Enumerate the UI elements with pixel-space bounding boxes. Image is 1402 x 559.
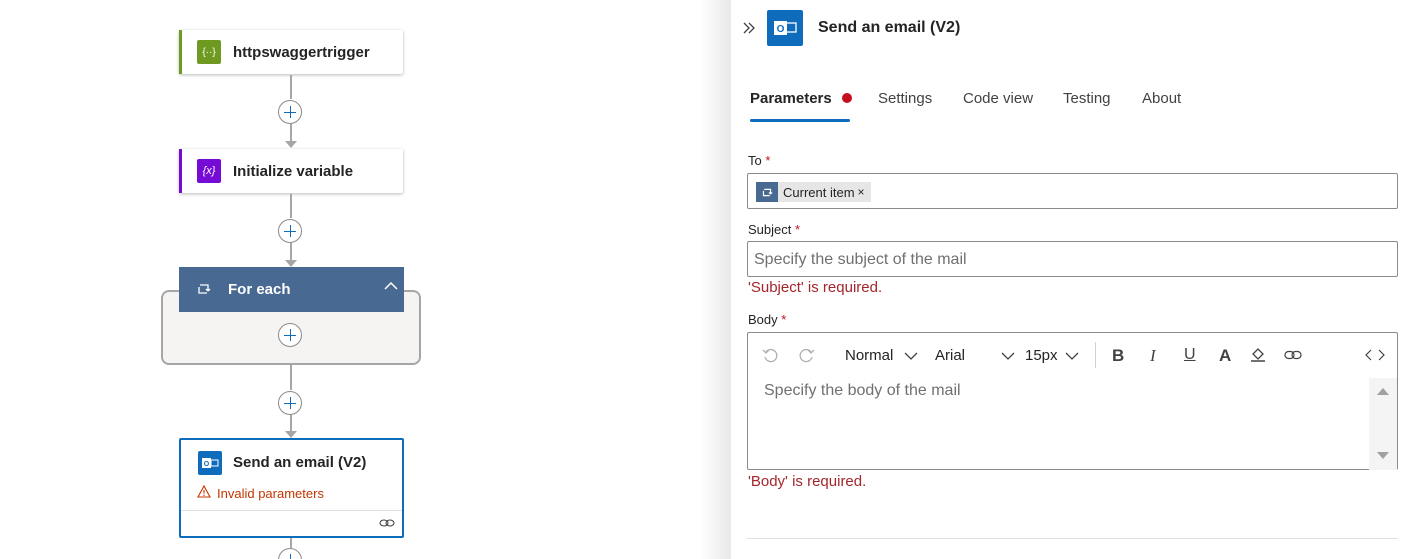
body-editor[interactable]: Normal Arial 15px B I U A Specify the bo… — [747, 332, 1398, 470]
panel-shadow — [700, 0, 731, 559]
scroll-up-arrow-icon[interactable] — [1377, 388, 1389, 395]
send-email-node[interactable]: O Send an email (V2) Invalid parameters — [179, 438, 404, 538]
variable-icon: {x} — [197, 159, 221, 183]
tab-label: Settings — [878, 90, 933, 107]
font-size-dropdown[interactable]: 15px — [1025, 347, 1058, 364]
body-placeholder: Specify the body of the mail — [764, 382, 961, 399]
node-title: Send an email (V2) — [233, 454, 367, 471]
node-title: For each — [228, 281, 291, 298]
subject-label: Subject * — [748, 222, 800, 237]
node-title: httpswaggertrigger — [233, 43, 370, 61]
connector-line — [290, 75, 292, 99]
swagger-trigger-icon: {··} — [197, 40, 221, 64]
scroll-down-arrow-icon[interactable] — [1377, 452, 1389, 459]
tab-code-view[interactable]: Code view — [963, 90, 1033, 107]
tab-testing[interactable]: Testing — [1063, 90, 1111, 107]
tab-label: Parameters — [750, 90, 832, 107]
required-marker: * — [795, 222, 801, 237]
body-scrollbar[interactable] — [1369, 378, 1397, 470]
collapse-chevron-up-icon[interactable] — [384, 281, 398, 291]
required-marker: * — [765, 153, 771, 168]
chevron-down-icon[interactable] — [904, 352, 918, 361]
tab-parameters[interactable]: Parameters — [750, 90, 852, 107]
subject-error-text: 'Subject' is required. — [748, 279, 883, 296]
bold-icon[interactable]: B — [1112, 346, 1124, 366]
chevron-down-icon[interactable] — [1001, 352, 1015, 361]
tab-label: Testing — [1063, 90, 1111, 107]
loop-icon — [198, 284, 211, 294]
panel-divider — [747, 538, 1398, 539]
to-field[interactable]: Current item × — [747, 173, 1398, 209]
svg-text:O: O — [204, 461, 210, 468]
foreach-node-header[interactable]: For each — [179, 267, 404, 312]
node-accent-stripe — [179, 149, 182, 193]
initialize-variable-node[interactable]: {x} Initialize variable — [179, 149, 403, 193]
highlight-icon[interactable] — [1249, 345, 1267, 363]
node-accent-stripe — [179, 30, 182, 74]
italic-icon[interactable]: I — [1150, 346, 1156, 366]
label-text: To — [748, 153, 762, 168]
link-icon[interactable] — [1284, 350, 1303, 360]
trigger-node[interactable]: {··} httpswaggertrigger — [179, 30, 403, 74]
node-divider — [181, 510, 402, 511]
connector-line — [290, 194, 292, 218]
insert-step-plus-icon[interactable] — [278, 100, 302, 124]
label-text: Subject — [748, 222, 792, 237]
toolbar-divider — [1095, 342, 1096, 368]
tab-label: About — [1142, 90, 1182, 107]
connector-arrow-icon — [285, 141, 297, 148]
connector-line — [290, 243, 292, 261]
insert-step-plus-icon[interactable] — [278, 391, 302, 415]
body-error-text: 'Body' is required. — [748, 473, 867, 490]
insert-step-plus-icon[interactable] — [278, 323, 302, 347]
connector-arrow-icon — [285, 431, 297, 438]
current-item-token[interactable]: Current item × — [756, 182, 871, 202]
panel-title: Send an email (V2) — [818, 19, 961, 36]
redo-icon[interactable] — [798, 347, 815, 364]
connector-line — [290, 365, 292, 390]
node-warning-text: Invalid parameters — [217, 486, 324, 501]
connector-line — [290, 124, 292, 142]
token-label: Current item — [783, 184, 855, 200]
outlook-icon: O — [767, 10, 803, 46]
svg-text:O: O — [777, 24, 785, 35]
required-marker: * — [781, 312, 787, 327]
font-color-icon[interactable]: A — [1219, 346, 1231, 366]
chevron-down-icon[interactable] — [1065, 352, 1079, 361]
token-remove-icon[interactable]: × — [858, 185, 865, 199]
link-icon[interactable] — [379, 518, 395, 528]
subject-input[interactable]: Specify the subject of the mail — [747, 241, 1398, 277]
to-label: To * — [748, 153, 770, 168]
tab-label: Code view — [963, 90, 1034, 107]
underline-icon[interactable]: U — [1184, 346, 1196, 364]
outlook-icon: O — [198, 451, 222, 475]
node-title: Initialize variable — [233, 162, 354, 180]
font-family-dropdown[interactable]: Arial — [935, 347, 965, 364]
loop-icon — [756, 182, 778, 202]
connector-line — [290, 415, 292, 432]
connector-arrow-icon — [285, 260, 297, 267]
action-details-panel: O Send an email (V2) Parameters Settings… — [731, 0, 1402, 559]
tab-settings[interactable]: Settings — [878, 90, 932, 107]
connector-line — [290, 538, 292, 548]
code-view-icon[interactable] — [1365, 349, 1385, 361]
subject-placeholder: Specify the subject of the mail — [754, 251, 967, 268]
active-tab-indicator — [750, 119, 850, 122]
designer-canvas[interactable]: {··} httpswaggertrigger {x} Initialize v… — [0, 0, 731, 559]
body-label: Body * — [748, 312, 786, 327]
warning-icon — [197, 485, 211, 498]
block-type-dropdown[interactable]: Normal — [845, 347, 893, 364]
undo-icon[interactable] — [762, 347, 779, 364]
double-chevron-right-icon[interactable] — [742, 21, 756, 35]
label-text: Body — [748, 312, 778, 327]
insert-step-plus-icon[interactable] — [278, 219, 302, 243]
tab-about[interactable]: About — [1142, 90, 1181, 107]
error-dot-icon — [841, 93, 852, 103]
insert-step-plus-icon[interactable] — [278, 548, 302, 559]
